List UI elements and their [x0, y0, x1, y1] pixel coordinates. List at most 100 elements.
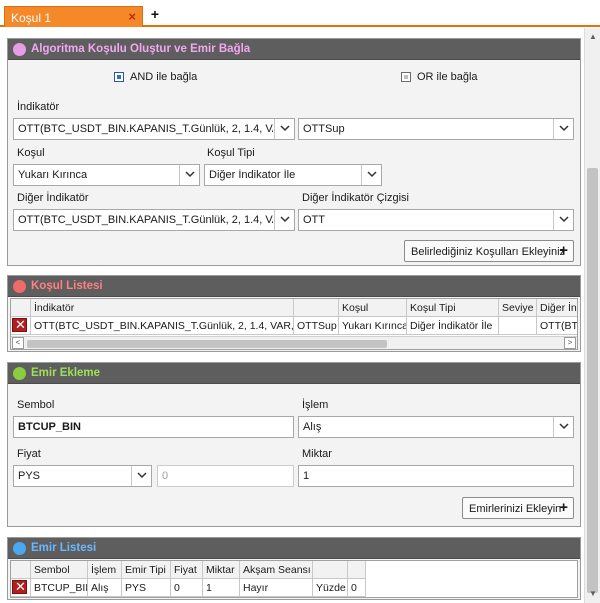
- grid-header-cell[interactable]: İndikatör: [31, 299, 294, 317]
- kosul-select[interactable]: Yukarı Kırınca: [13, 164, 200, 186]
- chevron-down-icon[interactable]: [361, 165, 381, 185]
- chevron-down-icon[interactable]: [553, 210, 573, 230]
- grid-header-cell[interactable]: [294, 299, 339, 317]
- indicator-line-select[interactable]: OTTSup: [298, 118, 574, 140]
- grid-header-cell[interactable]: Diğer İnd: [537, 299, 577, 317]
- sembol-value: BTCUP_BIN: [18, 421, 81, 433]
- table-cell[interactable]: Alış: [88, 579, 122, 597]
- panel-title: Koşul Listesi: [31, 280, 103, 292]
- chevron-down-icon[interactable]: [274, 210, 294, 230]
- islem-label: İşlem: [302, 399, 329, 411]
- indicator-select[interactable]: OTT(BTC_USDT_BIN.KAPANIS_T.Günlük, 2, 1.…: [13, 118, 295, 140]
- other-line-select[interactable]: OTT: [298, 209, 574, 231]
- table-cell[interactable]: Hayır: [240, 579, 313, 597]
- grid-header-cell[interactable]: Sembol: [31, 561, 88, 579]
- chevron-down-icon[interactable]: [553, 417, 573, 437]
- scroll-up-icon[interactable]: ▲: [588, 32, 598, 42]
- grid-header-cell[interactable]: Miktar: [203, 561, 240, 579]
- kosul-value: Yukarı Kırınca: [18, 169, 88, 181]
- chevron-down-icon[interactable]: [131, 466, 151, 486]
- table-cell[interactable]: [499, 317, 537, 335]
- panel-header: Algoritma Koşulu Oluştur ve Emir Bağla: [8, 39, 580, 60]
- grid-header-cell[interactable]: Akşam Seansı: [240, 561, 313, 579]
- other-indicator-value: OTT(BTC_USDT_BIN.KAPANIS_T.Günlük, 2, 1.…: [18, 214, 273, 226]
- scroll-left-icon[interactable]: <: [12, 337, 24, 349]
- chevron-down-icon[interactable]: [553, 119, 573, 139]
- order-grid: Sembol İşlem Emir Tipi Fiyat Miktar Akşa…: [10, 560, 578, 598]
- grid-header-cell[interactable]: Emir Tipi: [122, 561, 171, 579]
- table-cell[interactable]: 1: [203, 579, 240, 597]
- horizontal-scrollbar[interactable]: < >: [11, 336, 577, 349]
- grid-header-cell[interactable]: Seviye: [499, 299, 537, 317]
- panel-header: Emir Ekleme: [8, 363, 580, 384]
- fiyat-label: Fiyat: [17, 448, 41, 460]
- kosul-tipi-value: Diğer İndikator İle: [209, 169, 296, 181]
- sembol-input[interactable]: BTCUP_BIN: [13, 416, 294, 438]
- table-cell[interactable]: OTTSup: [294, 317, 339, 335]
- scroll-thumb[interactable]: [27, 340, 387, 348]
- add-orders-button[interactable]: Emirlerinizi Ekleyin +: [462, 497, 574, 519]
- other-indicator-select[interactable]: OTT(BTC_USDT_BIN.KAPANIS_T.Günlük, 2, 1.…: [13, 209, 295, 231]
- condition-list-panel: Koşul Listesi İndikatör Koşul Koşul Tipi…: [7, 275, 581, 352]
- miktar-input[interactable]: 1: [298, 465, 574, 487]
- delete-icon[interactable]: ✕: [12, 579, 27, 594]
- panel-dot-icon: [13, 280, 26, 293]
- or-label: OR ile bağla: [417, 71, 478, 83]
- indicator-value: OTT(BTC_USDT_BIN.KAPANIS_T.Günlük, 2, 1.…: [18, 123, 273, 135]
- condition-grid: İndikatör Koşul Koşul Tipi Seviye Diğer …: [10, 298, 578, 350]
- table-row-delete-cell: ✕: [11, 579, 31, 597]
- or-checkbox[interactable]: [401, 72, 411, 82]
- table-cell[interactable]: PYS: [122, 579, 171, 597]
- grid-header-cell[interactable]: [348, 561, 366, 579]
- panel-header: Emir Listesi: [8, 538, 580, 559]
- and-checkbox[interactable]: [114, 72, 124, 82]
- fiyat-type-value: PYS: [18, 470, 41, 482]
- grid-header-cell[interactable]: Fiyat: [171, 561, 203, 579]
- delete-icon[interactable]: ✕: [12, 317, 27, 332]
- panel-title: Emir Listesi: [31, 542, 97, 554]
- fiyat-input[interactable]: 0: [157, 465, 294, 487]
- chevron-down-icon[interactable]: [274, 119, 294, 139]
- panel-title: Algoritma Koşulu Oluştur ve Emir Bağla: [31, 43, 251, 55]
- table-cell[interactable]: BTCUP_BIN: [31, 579, 88, 597]
- panel-header: Koşul Listesi: [8, 276, 580, 297]
- table-cell[interactable]: Yüzde: [313, 579, 348, 597]
- table-cell[interactable]: 0: [171, 579, 203, 597]
- grid-header-cell[interactable]: Koşul Tipi: [407, 299, 499, 317]
- scroll-down-icon[interactable]: ▼: [588, 589, 598, 599]
- order-entry-panel: Emir Ekleme Sembol BTCUP_BIN İşlem Alış …: [7, 362, 581, 527]
- table-cell[interactable]: OTT(BTC_USDT_BIN.KAPANIS_T.Günlük, 2, 1.…: [31, 317, 294, 335]
- panel-dot-icon: [13, 542, 26, 555]
- grid-header-cell[interactable]: Koşul: [339, 299, 407, 317]
- tab-kosul-1[interactable]: Koşul 1 ×: [4, 6, 143, 27]
- grid-header-cell[interactable]: İşlem: [88, 561, 122, 579]
- other-line-value: OTT: [303, 214, 325, 226]
- add-conditions-button[interactable]: Belirlediğiniz Koşulları Ekleyiniz +: [404, 240, 574, 262]
- panel-dot-icon: [13, 43, 26, 56]
- add-tab-icon[interactable]: +: [149, 6, 161, 22]
- add-orders-label: Emirlerinizi Ekleyin: [469, 503, 562, 515]
- table-cell[interactable]: OTT(BTC_: [537, 317, 577, 335]
- kosul-tipi-select[interactable]: Diğer İndikator İle: [204, 164, 382, 186]
- fiyat-value: 0: [162, 470, 169, 482]
- islem-value: Alış: [303, 421, 322, 433]
- islem-select[interactable]: Alış: [298, 416, 574, 438]
- table-cell[interactable]: Yukarı Kırınca: [339, 317, 407, 335]
- grid-header-corner: [11, 299, 31, 317]
- table-cell[interactable]: Diğer İndikatör İle: [407, 317, 499, 335]
- condition-builder-panel: Algoritma Koşulu Oluştur ve Emir Bağla A…: [7, 38, 581, 266]
- plus-icon: +: [559, 242, 568, 259]
- miktar-label: Miktar: [302, 448, 332, 460]
- fiyat-type-select[interactable]: PYS: [13, 465, 152, 487]
- chevron-down-icon[interactable]: [179, 165, 199, 185]
- sembol-label: Sembol: [17, 399, 55, 411]
- kosul-label: Koşul: [17, 147, 45, 159]
- panel-title: Emir Ekleme: [31, 367, 101, 379]
- vertical-scrollbar[interactable]: ▲ ▼: [584, 28, 600, 603]
- table-cell[interactable]: 0: [348, 579, 366, 597]
- scroll-right-icon[interactable]: >: [564, 337, 576, 349]
- tab-label: Koşul 1: [11, 11, 52, 25]
- scroll-thumb[interactable]: [587, 168, 598, 593]
- tab-close-icon[interactable]: ×: [128, 9, 136, 24]
- grid-header-cell[interactable]: [313, 561, 348, 579]
